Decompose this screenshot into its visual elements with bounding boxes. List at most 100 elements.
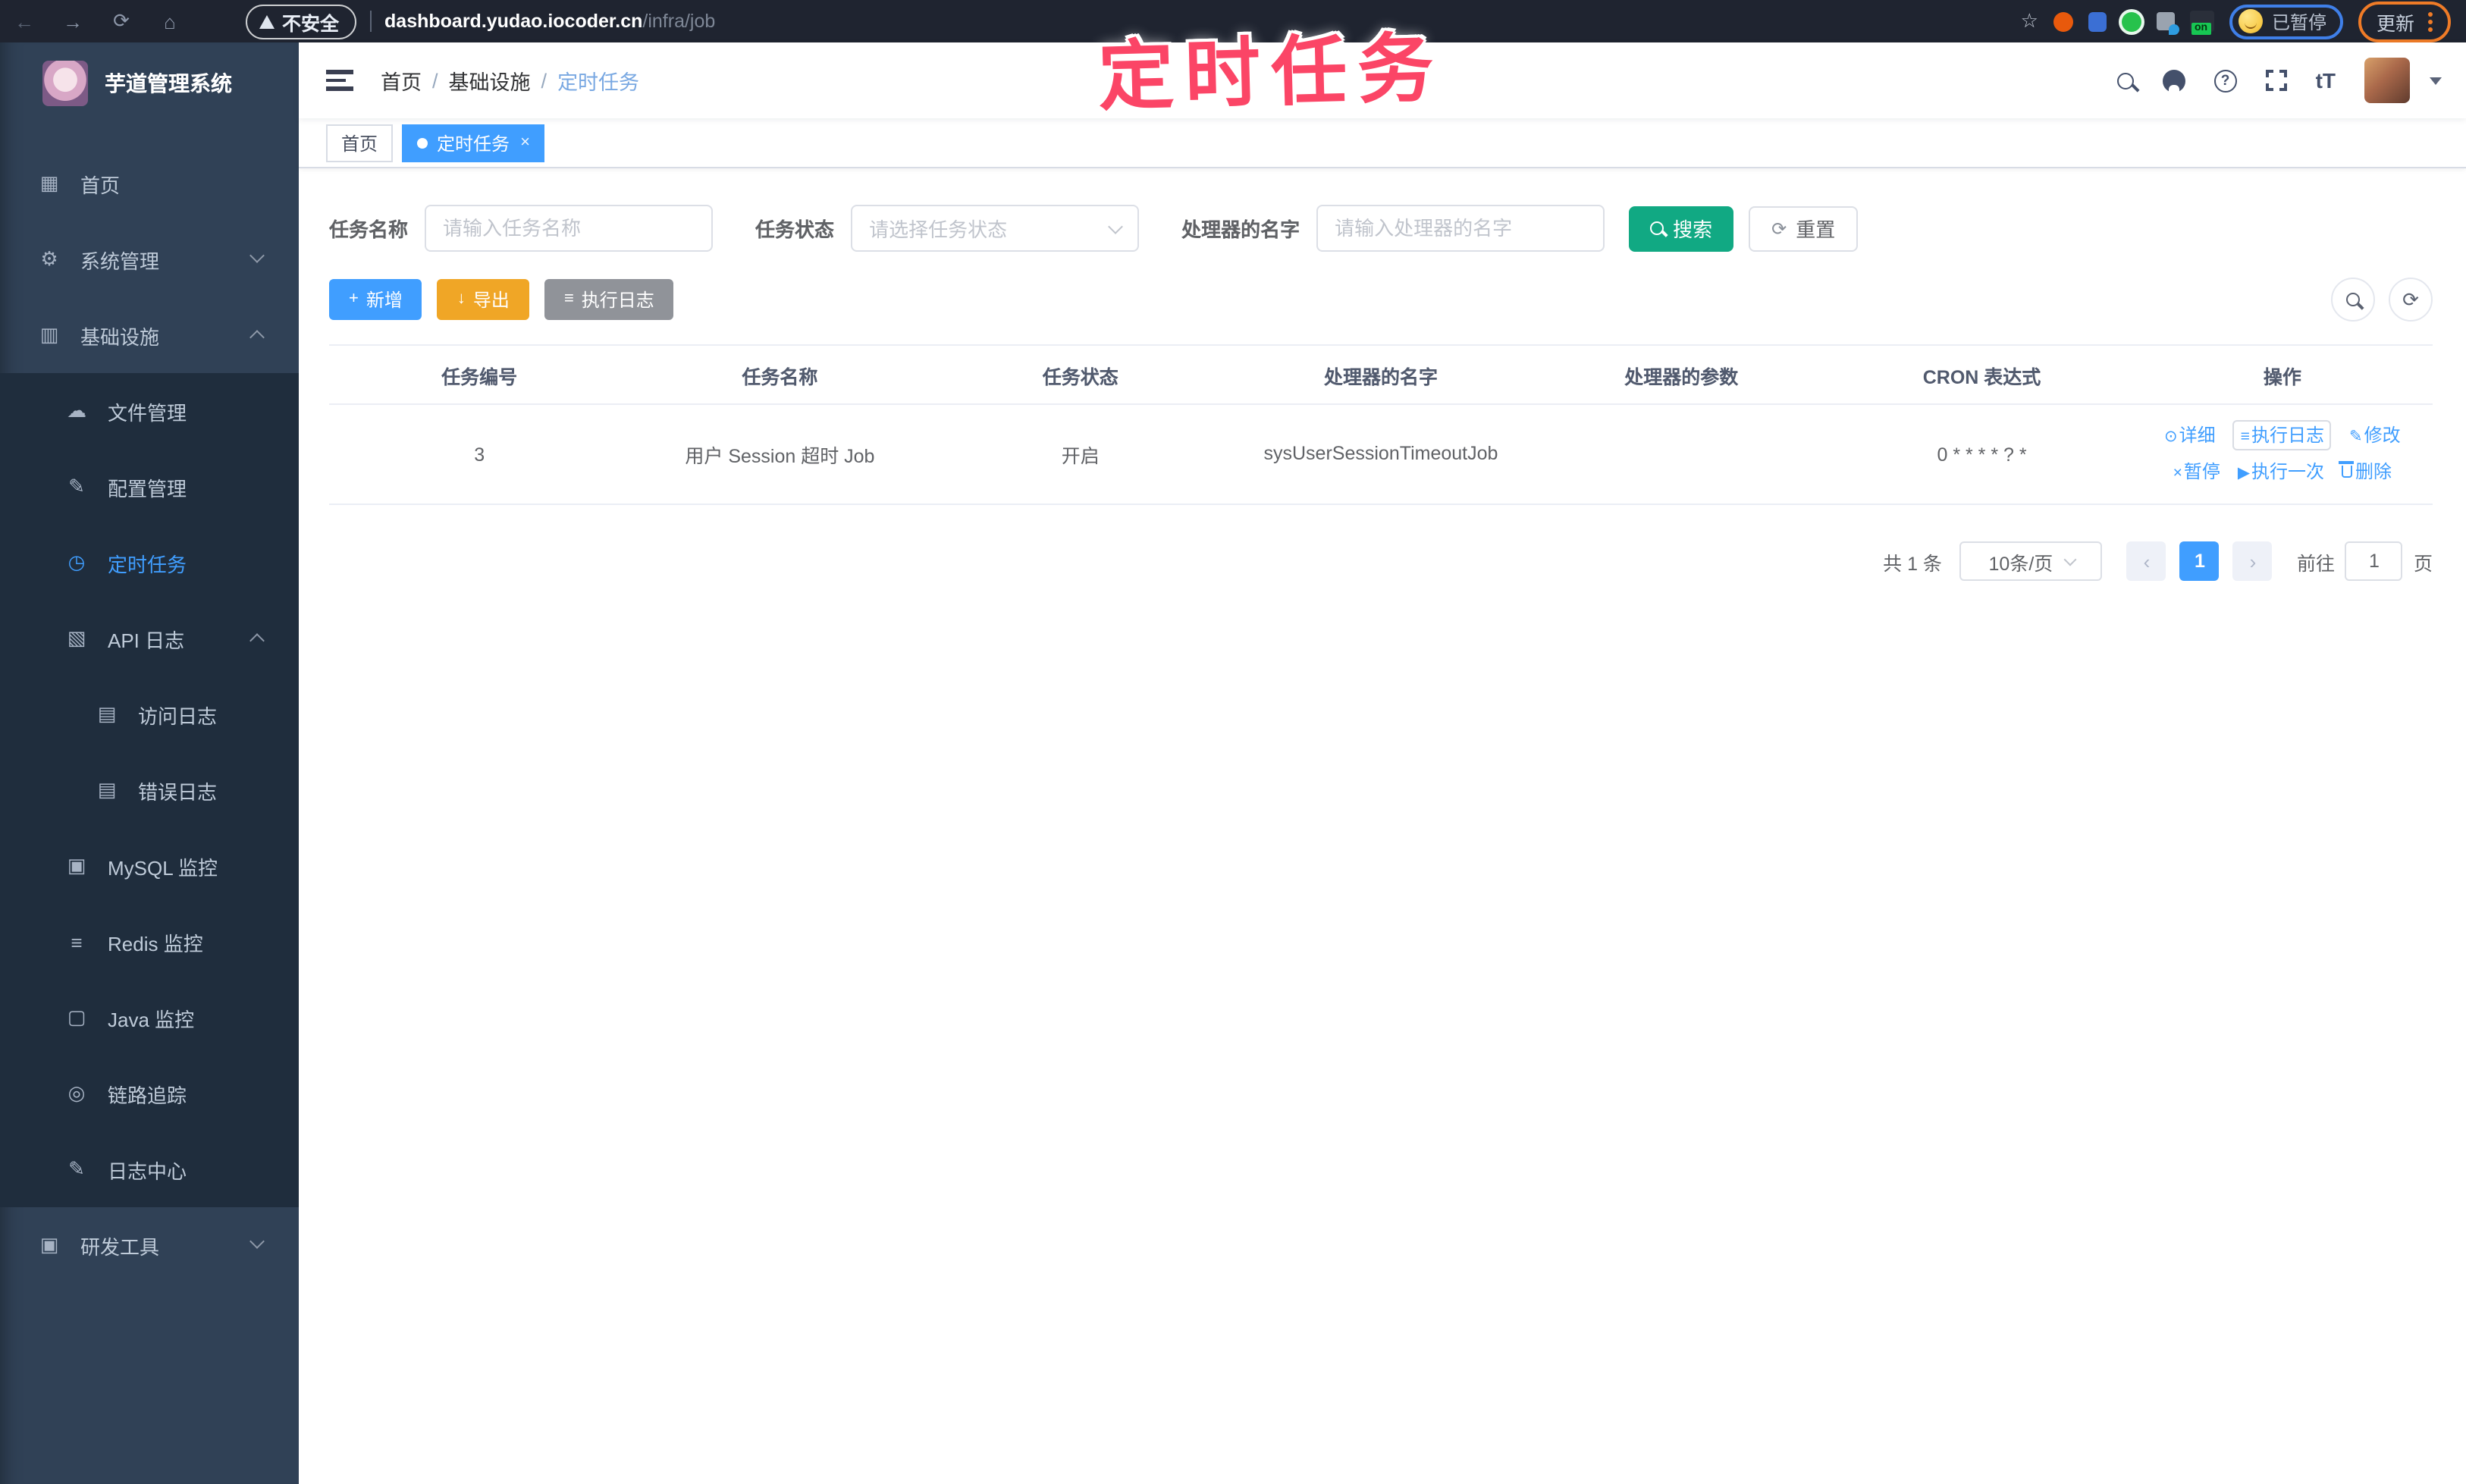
- current-page: 1: [2179, 541, 2220, 581]
- reload-icon[interactable]: ⟳: [109, 9, 133, 33]
- sidebar-item-trace[interactable]: ◎ 链路追踪: [0, 1056, 299, 1131]
- modify-link[interactable]: ✎ 修改: [2349, 424, 2401, 445]
- next-page-button[interactable]: ›: [2232, 541, 2273, 581]
- close-icon[interactable]: ×: [520, 133, 530, 152]
- address-bar[interactable]: 不安全 dashboard.yudao.iocoder.cn /infra/jo…: [246, 4, 715, 39]
- sidebar-item-access-log[interactable]: ▤ 访问日志: [0, 676, 299, 752]
- job-name-input[interactable]: [425, 205, 714, 252]
- refresh-icon: ⟳: [1771, 218, 1787, 239]
- sidebar-item-infra[interactable]: ▥ 基础设施: [0, 297, 299, 373]
- sidebar-item-log-center[interactable]: ✎ 日志中心: [0, 1131, 299, 1207]
- home-icon[interactable]: ⌂: [158, 10, 182, 33]
- job-status-select[interactable]: 请选择任务状态: [851, 205, 1140, 252]
- page-unit-label: 页: [2413, 553, 2433, 574]
- play-icon: ▶: [2237, 463, 2251, 482]
- delete-link[interactable]: 删除: [2339, 460, 2392, 482]
- font-size-icon[interactable]: tT: [2316, 68, 2336, 93]
- plus-icon: +: [349, 290, 359, 308]
- sidebar-item-home[interactable]: ▦ 首页: [0, 146, 299, 221]
- sidebar-item-dev-tools[interactable]: ▣ 研发工具: [0, 1207, 299, 1283]
- app-title: 芋道管理系统: [105, 71, 232, 96]
- cell-operations: ⊙ 详细 ≡ 执行日志 ✎ 修改 × 暂停 ▶ 执行一次 删除: [2132, 418, 2433, 491]
- job-status-label: 任务状态: [755, 218, 835, 241]
- prev-page-button[interactable]: ‹: [2126, 541, 2166, 581]
- pagination: 共 1 条 10条/页 ‹ 1 › 前往 页: [329, 541, 2433, 581]
- add-button[interactable]: + 新增: [329, 279, 422, 320]
- search-icon: [2346, 293, 2360, 306]
- cell-job-status: 开启: [1061, 446, 1100, 467]
- sidebar-item-system[interactable]: ⚙ 系统管理: [0, 221, 299, 297]
- breadcrumb-home[interactable]: 首页: [381, 65, 422, 96]
- search-button[interactable]: 搜索: [1629, 206, 1734, 251]
- tags-view-bar: 首页 定时任务 ×: [299, 118, 2466, 168]
- browser-menu-icon[interactable]: [2428, 11, 2433, 31]
- tag-home[interactable]: 首页: [326, 124, 394, 162]
- run-once-link[interactable]: ▶ 执行一次: [2238, 460, 2324, 482]
- hamburger-icon[interactable]: [326, 70, 353, 91]
- extension-icon-shield[interactable]: [2088, 11, 2107, 31]
- extension-icon-grid[interactable]: [2156, 12, 2179, 35]
- detail-link[interactable]: ⊙ 详细: [2164, 424, 2216, 445]
- extension-icon-green[interactable]: [2121, 11, 2141, 31]
- avatar-caret-icon[interactable]: [2430, 77, 2442, 84]
- sidebar-item-redis-monitor[interactable]: ≡ Redis 监控: [0, 904, 299, 980]
- warning-icon: [259, 14, 275, 28]
- breadcrumb-infra[interactable]: 基础设施: [449, 65, 531, 96]
- breadcrumb: 首页 / 基础设施 / 定时任务: [381, 65, 639, 96]
- mysql-monitor-icon: ▣: [67, 854, 86, 877]
- search-icon[interactable]: [2116, 72, 2134, 89]
- pencil-icon: ✎: [2348, 427, 2363, 445]
- infra-icon: ▥: [39, 323, 59, 346]
- export-button[interactable]: ↓ 导出: [437, 279, 529, 320]
- sidebar-item-api-log[interactable]: ▧ API 日志: [0, 601, 299, 676]
- cloud-upload-icon: ☁: [67, 399, 86, 422]
- table-toolbar: + 新增 ↓ 导出 ≡ 执行日志 ⟳: [329, 278, 2433, 322]
- security-chip[interactable]: 不安全: [246, 4, 356, 39]
- log-center-icon: ✎: [68, 1157, 85, 1180]
- github-icon[interactable]: [2162, 69, 2185, 92]
- url-host: dashboard.yudao.iocoder.cn: [384, 11, 643, 32]
- java-monitor-icon: ▢: [67, 1006, 86, 1028]
- handler-name-input[interactable]: [1316, 205, 1605, 252]
- cell-cron: 0 * * * * ? *: [1937, 444, 2027, 465]
- exec-log-link[interactable]: ≡ 执行日志: [2232, 419, 2332, 450]
- search-form: 任务名称 任务状态 请选择任务状态 处理器的名字 搜索 ⟳: [329, 205, 2433, 252]
- toggle-search-button[interactable]: [2331, 278, 2375, 322]
- reset-button[interactable]: ⟳ 重置: [1749, 206, 1859, 251]
- tag-scheduled-jobs[interactable]: 定时任务 ×: [402, 124, 545, 162]
- page-size-select[interactable]: 10条/页: [1959, 541, 2103, 581]
- chevron-up-icon: [249, 330, 265, 345]
- refresh-table-button[interactable]: ⟳: [2389, 278, 2433, 322]
- sidebar-item-file-manage[interactable]: ☁ 文件管理: [0, 373, 299, 449]
- chevron-up-icon: [249, 633, 265, 648]
- exec-log-button[interactable]: ≡ 执行日志: [544, 279, 674, 320]
- profile-paused-chip[interactable]: 已暂停: [2229, 4, 2343, 39]
- sidebar-item-config-manage[interactable]: ✎ 配置管理: [0, 449, 299, 525]
- sidebar-item-error-log[interactable]: ▤ 错误日志: [0, 752, 299, 828]
- back-icon[interactable]: ←: [12, 10, 36, 33]
- browser-update-button[interactable]: 更新: [2358, 1, 2451, 42]
- forward-icon[interactable]: →: [61, 10, 85, 33]
- redis-layers-icon: ≡: [71, 930, 83, 953]
- sidebar-item-java-monitor[interactable]: ▢ Java 监控: [0, 980, 299, 1056]
- cell-job-name: 用户 Session 超时 Job: [685, 446, 875, 467]
- sidebar-item-mysql-monitor[interactable]: ▣ MySQL 监控: [0, 828, 299, 904]
- profile-emoji-avatar: [2238, 9, 2263, 33]
- logo-row[interactable]: 芋道管理系统: [0, 42, 299, 124]
- search-icon: [1650, 221, 1664, 235]
- table-row: 3 用户 Session 超时 Job 开启 sysUserSessionTim…: [329, 405, 2433, 505]
- extension-icon-orange[interactable]: [2053, 11, 2073, 31]
- bookmark-star-icon[interactable]: ☆: [2021, 9, 2038, 33]
- user-avatar[interactable]: [2364, 58, 2410, 103]
- help-icon[interactable]: ?: [2213, 69, 2237, 92]
- extension-icon-on-badge[interactable]: on: [2189, 11, 2214, 35]
- fullscreen-icon[interactable]: [2265, 70, 2287, 91]
- document-icon: ▤: [97, 702, 117, 725]
- sidebar-item-scheduled-jobs[interactable]: ◷ 定时任务: [0, 525, 299, 601]
- pause-link[interactable]: × 暂停: [2173, 460, 2220, 482]
- goto-page-input[interactable]: [2345, 541, 2403, 581]
- logo-avatar: [42, 61, 88, 106]
- total-count: 共 1 条: [1883, 553, 1942, 574]
- chevron-down-icon: [249, 1234, 265, 1249]
- trash-icon: [2339, 461, 2355, 477]
